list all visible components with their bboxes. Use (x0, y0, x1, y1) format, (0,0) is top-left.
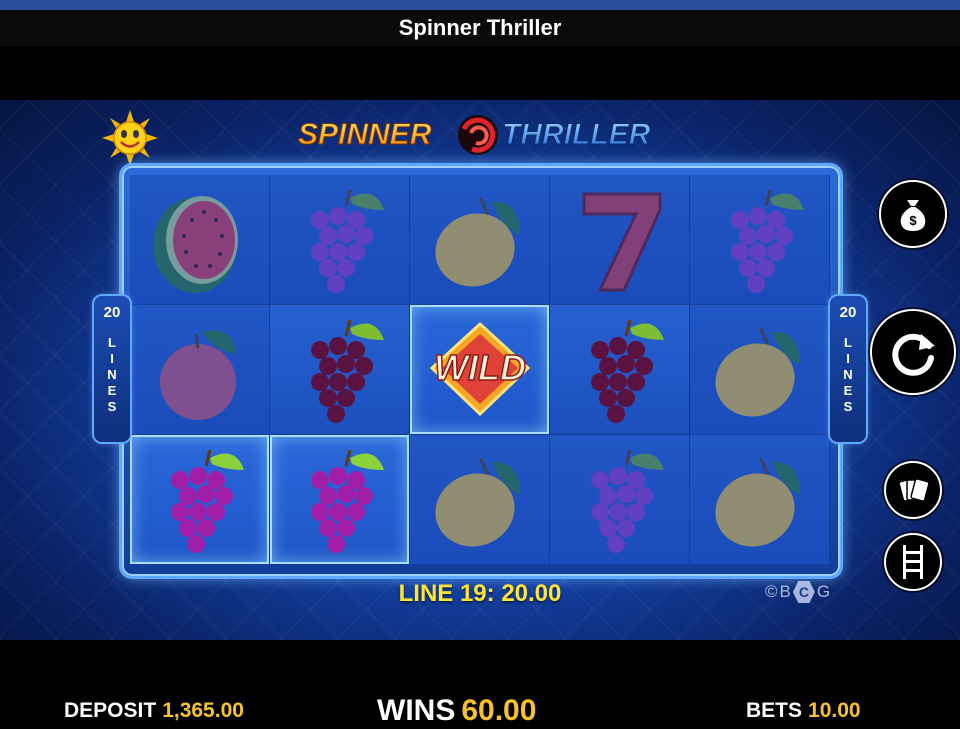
reel-cell-grapes (130, 435, 270, 565)
reel-cell-watermelon (130, 175, 270, 305)
lemon-icon (435, 457, 520, 547)
reel-cell-grapes (270, 435, 410, 565)
cards-icon (898, 478, 930, 502)
grapes-icon (591, 449, 664, 553)
logo-left-text: SPINNER (298, 118, 432, 151)
reel-cell-lemon (690, 305, 830, 435)
bets-value: 10.00 (808, 699, 861, 722)
lines-indicator-right: 20 LINES (830, 296, 866, 442)
seven-icon (582, 192, 662, 292)
watermelon-icon (153, 196, 238, 293)
reel-cell-grapes (270, 175, 410, 305)
logo-right-text: THRILLER (502, 118, 651, 151)
lines-indicator-left: 20 LINES (94, 296, 130, 442)
grapes-icon (171, 449, 244, 553)
grapes-icon (591, 319, 664, 423)
grapes-icon (311, 189, 384, 293)
grapes-icon (311, 319, 384, 423)
money-bag-icon: $ (900, 200, 926, 231)
copyright-right: G (816, 582, 831, 601)
reel-cell-seven (550, 175, 690, 305)
reel-cell-grapes (270, 305, 410, 435)
grapes-icon (311, 449, 384, 553)
reel-cell-plum (130, 305, 270, 435)
lemon-icon (435, 197, 520, 287)
reel-cell-wild: WILD (410, 305, 550, 435)
wins-display: WINS 60.00 (377, 694, 536, 728)
lemon-icon (715, 457, 800, 547)
spin-button[interactable] (870, 309, 956, 395)
reel-cell-grapes (550, 435, 690, 565)
gamble-button[interactable] (884, 461, 942, 519)
cashout-button[interactable]: $ (879, 180, 947, 248)
logo-swirl-icon (458, 115, 498, 155)
plum-icon (160, 330, 236, 420)
status-footer: DEPOSIT 1,365.00 WINS 60.00 BETS 10.00 (0, 690, 960, 729)
lines-count: 20 (103, 304, 121, 321)
wins-value: 60.00 (461, 694, 537, 727)
deposit-label: DEPOSIT (64, 699, 157, 722)
ladder-icon (903, 545, 923, 579)
copyright-mark: © B C G (765, 581, 830, 603)
copyright-left: B (779, 582, 791, 601)
svg-text:$: $ (909, 213, 917, 228)
top-accent-strip (0, 0, 960, 10)
merkur-sun-logo-icon (102, 110, 158, 166)
refresh-icon (892, 333, 935, 376)
reel-cell-lemon (410, 435, 550, 565)
game-logo: SPINNER THRILLER (298, 115, 651, 155)
ladder-button[interactable] (884, 533, 942, 591)
reel-cell-lemon (410, 175, 550, 305)
wild-icon: WILD (429, 321, 531, 417)
reel-cell-grapes (550, 305, 690, 435)
reel-cell-lemon (690, 435, 830, 565)
wins-label: WINS (377, 694, 456, 727)
lemon-icon (715, 327, 800, 417)
lines-word: LINES (843, 335, 853, 414)
copyright-symbol: © (765, 582, 778, 601)
reel-grid: WILD (130, 175, 830, 565)
window-title: Spinner Thriller (0, 10, 960, 46)
wild-label: WILD (434, 347, 526, 388)
reel-cell-grapes (690, 175, 830, 305)
bets-label: BETS (746, 699, 803, 722)
deposit-display: DEPOSIT 1,365.00 (64, 699, 244, 723)
lines-word: LINES (107, 335, 117, 414)
deposit-value: 1,365.00 (162, 699, 244, 722)
lines-count: 20 (839, 304, 857, 321)
copyright-hex-letter: C (792, 581, 815, 603)
grapes-icon (731, 189, 804, 293)
bets-display[interactable]: BETS 10.00 (746, 699, 861, 723)
